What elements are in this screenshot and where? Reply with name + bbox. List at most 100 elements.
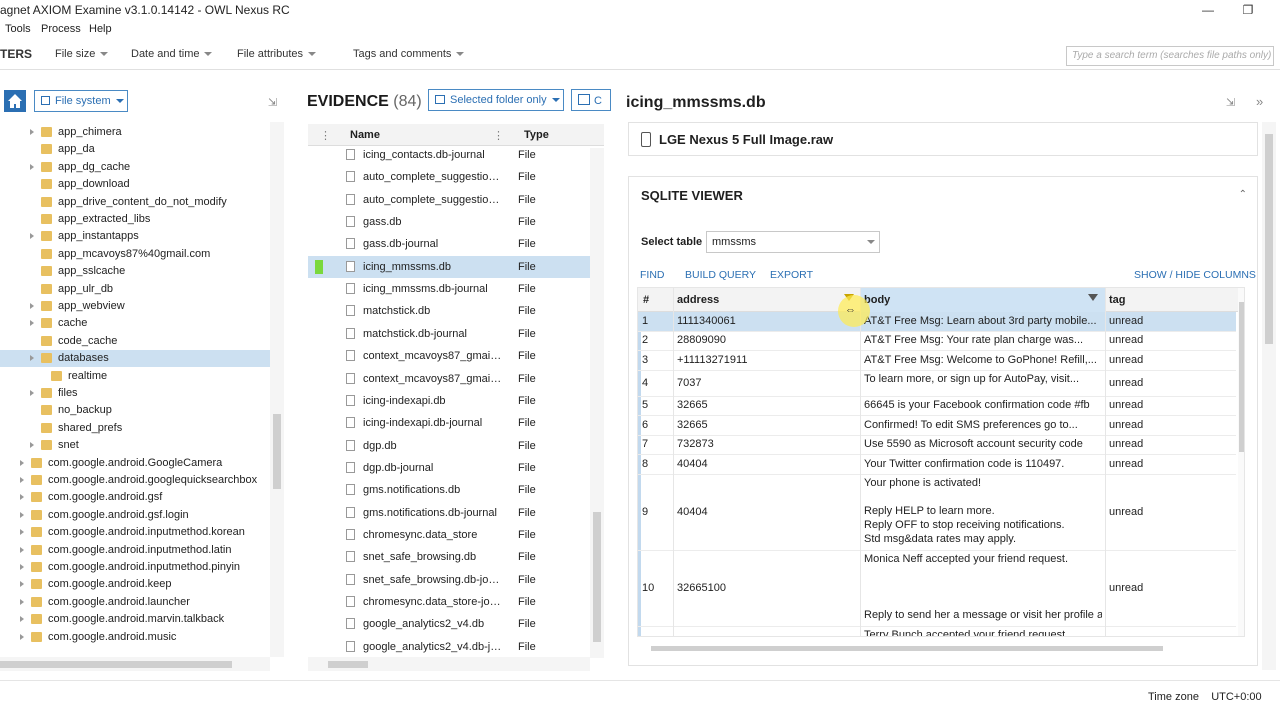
grid-row[interactable]: 10 32665100 Monica Neff accepted your frie… <box>638 551 1236 627</box>
evidence-row[interactable]: matchstick.db-journal File <box>308 323 590 345</box>
tree-item[interactable]: cache <box>0 315 270 332</box>
grid-row[interactable]: Terry Bunch accepted your friend request… <box>638 627 1236 636</box>
folder-scope-dropdown[interactable]: Selected folder only <box>428 89 564 111</box>
evidence-row[interactable]: gms.notifications.db-journal File <box>308 502 590 524</box>
minimize-button[interactable]: — <box>1188 0 1228 20</box>
expand-arrow-icon[interactable] <box>20 459 24 466</box>
expand-arrow-icon[interactable] <box>20 529 24 536</box>
tree-item[interactable]: com.google.android.inputmethod.korean <box>0 524 270 541</box>
column-menu-icon[interactable]: ⋮ <box>320 129 331 142</box>
evidence-row[interactable]: google_analytics2_v4.db File <box>308 613 590 635</box>
evidence-row[interactable]: snet_safe_browsing.db-journal File <box>308 569 590 591</box>
tree-item[interactable]: no_backup <box>0 402 270 419</box>
menu-help[interactable]: Help <box>89 23 112 35</box>
evidence-row[interactable]: auto_complete_suggestions.db-journal File <box>308 189 590 211</box>
expand-arrow-icon[interactable] <box>30 320 34 327</box>
col-type-header[interactable]: Type <box>524 129 549 141</box>
tree-horizontal-scrollbar[interactable] <box>0 657 270 671</box>
column-view-button[interactable]: C <box>571 89 611 111</box>
grid-row[interactable]: 6 32665 Confirmed! To edit SMS preferences… <box>638 416 1236 436</box>
column-menu-icon[interactable]: ⋮ <box>493 129 504 142</box>
tree-item[interactable]: com.google.android.inputmethod.pinyin <box>0 559 270 576</box>
tree-item[interactable]: com.google.android.marvin.talkback <box>0 611 270 628</box>
menu-process[interactable]: Process <box>41 23 81 35</box>
tree-item[interactable]: com.google.android.keep <box>0 576 270 593</box>
evidence-row[interactable]: icing_contacts.db-journal File <box>308 144 590 166</box>
tree-item[interactable]: code_cache <box>0 333 270 350</box>
tree-item[interactable]: app_download <box>0 176 270 193</box>
table-select[interactable]: mmssms <box>706 231 880 253</box>
expand-arrow-icon[interactable] <box>20 616 24 623</box>
tree-item[interactable]: snet <box>0 437 270 454</box>
evidence-row[interactable]: auto_complete_suggestions.db File <box>308 166 590 188</box>
expand-arrow-icon[interactable] <box>20 546 24 553</box>
grid-row[interactable]: 7 732873 Use 5590 as Microsoft account sec… <box>638 436 1236 455</box>
pin-icon[interactable]: ⇲ <box>1226 96 1235 109</box>
evidence-row[interactable]: context_mcavoys87_gmail.com.db-journal Fi… <box>308 368 590 390</box>
pin-icon[interactable]: ⇲ <box>268 96 277 109</box>
tree-item[interactable]: app_mcavoys87%40gmail.com <box>0 246 270 263</box>
grid-row[interactable]: 8 40404 Your Twitter confirmation code is … <box>638 455 1236 475</box>
grid-row[interactable]: 5 32665 66645 is your Facebook confirmatio… <box>638 397 1236 416</box>
export-button[interactable]: EXPORT <box>770 269 813 281</box>
evidence-row[interactable]: dgp.db-journal File <box>308 457 590 479</box>
expand-icon[interactable]: » <box>1256 94 1263 109</box>
tree-item[interactable]: app_chimera <box>0 124 270 141</box>
evidence-row[interactable]: google_analytics2_v4.db-journal File <box>308 636 590 658</box>
tree-item[interactable]: app_webview <box>0 298 270 315</box>
expand-arrow-icon[interactable] <box>20 598 24 605</box>
expand-arrow-icon[interactable] <box>30 390 34 396</box>
grid-row[interactable]: 1 1111340061 AT&T Free Msg: Learn about 3r… <box>638 312 1236 332</box>
evidence-row[interactable]: icing_mmssms.db-journal File <box>308 278 590 300</box>
filter-file-attributes[interactable]: File attributes <box>237 48 317 60</box>
tree-item[interactable]: app_ulr_db <box>0 281 270 298</box>
grid-row[interactable]: 2 28809090 AT&T Free Msg: Your rate plan c… <box>638 332 1236 351</box>
expand-arrow-icon[interactable] <box>30 163 34 170</box>
search-input[interactable]: Type a search term (searches file paths … <box>1066 46 1274 66</box>
expand-arrow-icon[interactable] <box>20 511 24 518</box>
grid-row[interactable]: 4 7037 To learn more, or sign up for AutoP… <box>638 371 1236 397</box>
filter-file-size[interactable]: File size <box>55 48 109 60</box>
expand-arrow-icon[interactable] <box>30 129 34 135</box>
filter-date-time[interactable]: Date and time <box>131 48 213 60</box>
grid-vertical-scrollbar[interactable] <box>1238 288 1244 636</box>
expand-arrow-icon[interactable] <box>30 233 34 240</box>
expand-arrow-icon[interactable] <box>30 355 34 362</box>
col-address-header[interactable]: address <box>677 294 719 306</box>
tree-item[interactable]: com.google.android.GoogleCamera <box>0 455 270 472</box>
evidence-row[interactable]: dgp.db File <box>308 435 590 457</box>
grid-horizontal-scrollbar[interactable] <box>637 643 1237 653</box>
col-tag-header[interactable]: tag <box>1109 294 1126 306</box>
tree-item[interactable]: com.google.android.gsf.login <box>0 507 270 524</box>
tree-item[interactable]: com.google.android.inputmethod.latin <box>0 542 270 559</box>
expand-arrow-icon[interactable] <box>20 494 24 501</box>
menu-tools[interactable]: Tools <box>5 23 31 35</box>
expand-arrow-icon[interactable] <box>20 581 24 588</box>
find-button[interactable]: FIND <box>640 269 665 281</box>
tree-item[interactable]: com.google.android.music <box>0 629 270 646</box>
evidence-row[interactable]: chromesync.data_store File <box>308 524 590 546</box>
tree-item[interactable]: app_extracted_libs <box>0 211 270 228</box>
evidence-row[interactable]: snet_safe_browsing.db File <box>308 546 590 568</box>
tree-item[interactable]: com.google.android.gsf <box>0 489 270 506</box>
evidence-row[interactable]: context_mcavoys87_gmail.com.db File <box>308 345 590 367</box>
tree-vertical-scrollbar[interactable] <box>270 122 284 657</box>
grid-row[interactable]: 3 +11113271911 AT&T Free Msg: Welcome to G… <box>638 351 1236 371</box>
tree-item[interactable]: databases <box>0 350 270 368</box>
tree-item[interactable]: com.google.android.launcher <box>0 594 270 611</box>
expand-arrow-icon[interactable] <box>30 303 34 309</box>
expand-arrow-icon[interactable] <box>20 477 24 483</box>
evidence-row[interactable]: gms.notifications.db File <box>308 479 590 501</box>
restore-button[interactable]: ❐ <box>1228 0 1268 20</box>
tree-item[interactable]: app_da <box>0 141 270 158</box>
evidence-horizontal-scrollbar[interactable] <box>308 657 590 671</box>
evidence-row[interactable]: matchstick.db File <box>308 300 590 322</box>
expand-arrow-icon[interactable] <box>20 564 24 570</box>
detail-vertical-scrollbar[interactable] <box>1262 122 1276 670</box>
tree-item[interactable]: app_sslcache <box>0 263 270 280</box>
evidence-vertical-scrollbar[interactable] <box>590 148 604 658</box>
collapse-icon[interactable]: ⌃ <box>1239 189 1247 200</box>
tree-item[interactable]: app_drive_content_do_not_modify <box>0 194 270 211</box>
build-query-button[interactable]: BUILD QUERY <box>685 269 756 281</box>
evidence-row[interactable]: chromesync.data_store-journal File <box>308 591 590 613</box>
